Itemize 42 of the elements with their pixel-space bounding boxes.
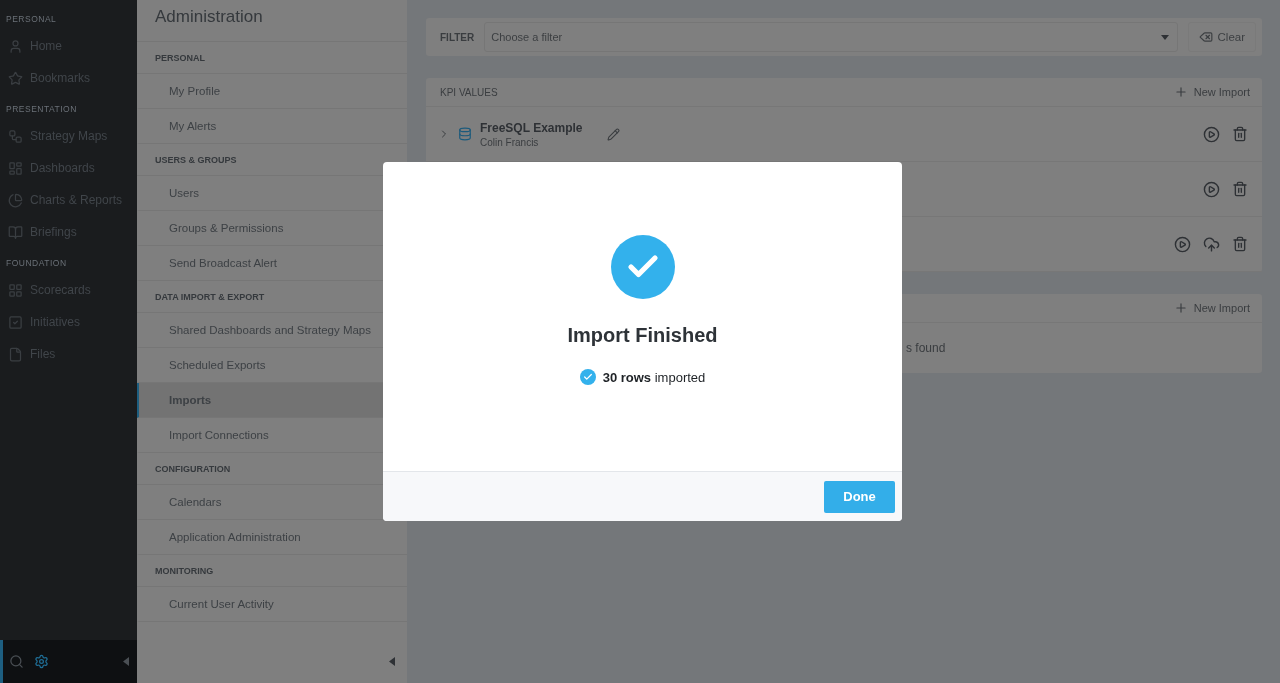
person-icon xyxy=(8,38,23,54)
plus-icon xyxy=(1173,301,1188,315)
nav-section-title: PRESENTATION xyxy=(5,104,78,114)
book-icon xyxy=(8,224,23,240)
grid-icon xyxy=(8,282,23,298)
delete-icon[interactable] xyxy=(1232,181,1248,197)
play-icon[interactable] xyxy=(1203,125,1220,143)
dialog-title: Import Finished xyxy=(567,324,718,347)
nav-section-title: PERSONAL xyxy=(5,14,58,24)
check-icon xyxy=(579,369,596,385)
clear-icon xyxy=(1198,30,1213,44)
new-import-button[interactable]: New Import xyxy=(1173,85,1250,99)
delete-icon[interactable] xyxy=(1232,236,1248,252)
filter-label: FILTER xyxy=(440,31,475,43)
file-icon xyxy=(8,346,23,362)
import-name: FreeSQL Example xyxy=(480,120,583,135)
collapse-icon[interactable] xyxy=(389,657,395,666)
pie-chart-icon xyxy=(8,192,23,208)
panel-heading: KPI VALUES xyxy=(440,86,498,98)
clear-button[interactable]: Clear xyxy=(1187,22,1256,52)
flow-icon xyxy=(8,128,23,144)
database-icon xyxy=(458,127,472,141)
empty-message: s found xyxy=(906,341,946,355)
filter-dropdown[interactable]: Choose a filter xyxy=(484,22,1178,52)
settings-icon[interactable] xyxy=(34,654,49,669)
nav-section-title: FOUNDATION xyxy=(5,258,68,268)
cloud-upload-icon[interactable] xyxy=(1203,235,1220,253)
dashboard-icon xyxy=(8,160,23,176)
edit-icon[interactable] xyxy=(606,127,620,141)
search-icon[interactable] xyxy=(9,654,24,669)
new-import-button[interactable]: New Import xyxy=(1173,301,1250,315)
done-button[interactable]: Done xyxy=(824,480,895,513)
delete-icon[interactable] xyxy=(1232,126,1248,142)
collapse-icon[interactable] xyxy=(123,657,129,666)
import-author: Colin Francis xyxy=(480,136,540,148)
star-icon xyxy=(8,70,23,86)
play-icon[interactable] xyxy=(1203,180,1220,198)
plus-icon xyxy=(1173,85,1188,99)
checkbox-icon xyxy=(8,314,23,330)
dropdown-caret-icon xyxy=(1160,34,1169,40)
play-icon[interactable] xyxy=(1174,235,1191,253)
result-message: 30 rows imported xyxy=(602,369,706,385)
